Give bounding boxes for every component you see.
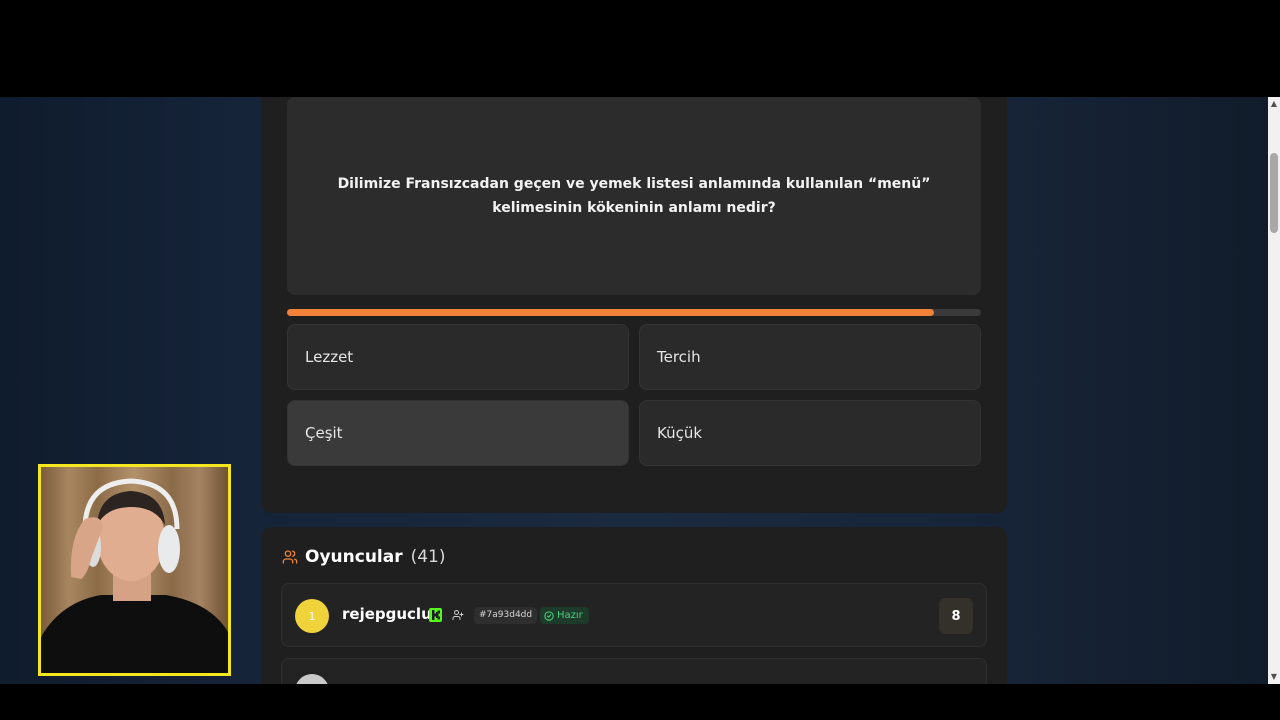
- question-text: Dilimize Fransızcadan geçen ve yemek lis…: [337, 176, 931, 216]
- timer-bar-fill: [287, 309, 934, 316]
- answer-option-3[interactable]: Çeşit: [287, 400, 629, 466]
- rank-badge: [295, 674, 329, 684]
- player-name: rejepguclu: [342, 605, 432, 623]
- scroll-down-arrow-icon[interactable]: ▼: [1268, 670, 1280, 684]
- players-header: Oyuncular (41): [282, 547, 446, 567]
- score-badge: 8: [939, 598, 973, 634]
- users-icon: [282, 550, 298, 564]
- follow-icon[interactable]: [452, 609, 464, 621]
- question-box: Dilimize Fransızcadan geçen ve yemek lis…: [287, 97, 981, 295]
- scrollbar-thumb[interactable]: [1270, 153, 1278, 233]
- status-label: Hazır: [557, 610, 583, 621]
- answer-label: Çeşit: [305, 424, 343, 442]
- player-row[interactable]: 1 rejepguclu #7a93d4dd Hazır 8: [281, 583, 987, 647]
- answer-label: Küçük: [657, 424, 703, 442]
- rank-badge: 1: [295, 599, 329, 633]
- answer-label: Lezzet: [305, 348, 354, 366]
- players-count: (41): [410, 547, 446, 567]
- players-title: Oyuncular: [305, 547, 403, 567]
- game-card: Dilimize Fransızcadan geçen ve yemek lis…: [261, 97, 1007, 513]
- status-badge: Hazır: [540, 607, 589, 624]
- scrollbar[interactable]: ▲ ▼: [1268, 97, 1280, 684]
- scroll-up-arrow-icon[interactable]: ▲: [1268, 97, 1280, 111]
- player-row[interactable]: [281, 658, 987, 684]
- streamer-figure: [41, 478, 228, 673]
- answer-option-1[interactable]: Lezzet: [287, 324, 629, 390]
- answer-option-2[interactable]: Tercih: [639, 324, 981, 390]
- players-panel: Oyuncular (41) 1 rejepguclu #7a93d4dd Ha…: [261, 527, 1007, 684]
- timer-bar: [287, 309, 981, 316]
- bottom-black-bar: [0, 684, 1280, 720]
- user-id-badge: #7a93d4dd: [474, 607, 538, 624]
- answer-option-4[interactable]: Küçük: [639, 400, 981, 466]
- check-circle-icon: [544, 610, 554, 621]
- webcam-overlay: [38, 464, 231, 676]
- answer-label: Tercih: [657, 348, 701, 366]
- kick-icon: [429, 608, 442, 622]
- top-black-bar: [0, 0, 1280, 97]
